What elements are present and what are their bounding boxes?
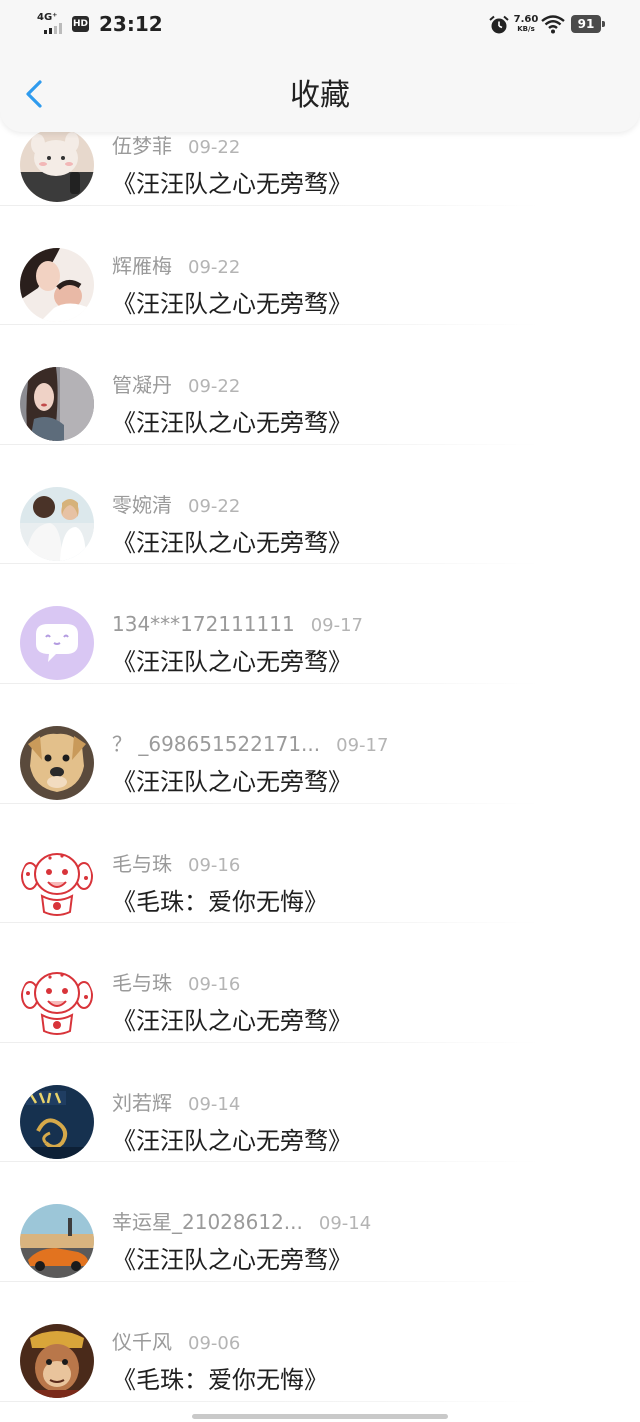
avatar [20, 965, 94, 1040]
clock: 23:12 [99, 12, 163, 36]
avatar [20, 128, 94, 202]
header: 收藏 [0, 52, 640, 132]
avatar [20, 247, 94, 322]
favorite-title: 《毛珠：爱你无悔》 [112, 887, 328, 916]
username: 刘若辉 [112, 1090, 172, 1115]
date: 09-22 [188, 137, 241, 158]
favorite-title: 《毛珠：爱你无悔》 [112, 1365, 328, 1394]
status-bar: 4G⁺ HD 23:12 7.60 KB/s 91 [0, 0, 640, 52]
favorites-list: 伍梦菲 09-22 《汪汪队之心无旁骛》 辉雁梅 09-22 《汪汪队之心无旁骛》 [0, 86, 640, 1402]
page-title: 收藏 [290, 78, 350, 113]
alarm-icon [489, 15, 509, 34]
date: 09-17 [310, 615, 364, 637]
avatar [20, 1084, 94, 1159]
date: 09-22 [188, 256, 241, 278]
signal-icon: 4G⁺ [37, 13, 67, 35]
username: 管凝丹 [112, 373, 172, 398]
network-speed: 7.60 KB/s [513, 14, 539, 33]
default-chat-icon [20, 606, 94, 681]
network-type: 4G⁺ [37, 12, 58, 23]
avatar [20, 1323, 94, 1398]
username: 仪千风 [112, 1329, 172, 1354]
list-item[interactable]: 幸运星_21028612... 09-14 《汪汪队之心无旁骛》 [0, 1162, 640, 1282]
avatar [20, 486, 94, 561]
home-indicator[interactable] [192, 1414, 448, 1419]
username: ？ _698651522171... [112, 731, 321, 756]
username: 辉雁梅 [112, 253, 172, 278]
list-item[interactable]: 管凝丹 09-22 《汪汪队之心无旁骛》 [0, 325, 640, 445]
username: 毛与珠 [112, 851, 172, 876]
username: 134***172111111 [112, 612, 295, 637]
favorite-title: 《汪汪队之心无旁骛》 [112, 1007, 352, 1036]
favorite-title: 《汪汪队之心无旁骛》 [112, 767, 352, 796]
favorite-title: 《汪汪队之心无旁骛》 [112, 1246, 352, 1275]
avatar [20, 845, 94, 920]
username: 毛与珠 [112, 971, 172, 996]
date: 09-16 [188, 974, 241, 996]
username: 零婉清 [112, 492, 172, 517]
avatar [20, 725, 94, 800]
date: 09-22 [188, 376, 241, 398]
date: 09-06 [188, 1332, 241, 1354]
list-item[interactable]: 刘若辉 09-14 《汪汪队之心无旁骛》 [0, 1043, 640, 1163]
favorite-title: 《汪汪队之心无旁骛》 [112, 1126, 352, 1155]
battery-icon: 91 [571, 15, 605, 33]
favorite-title: 《汪汪队之心无旁骛》 [112, 409, 352, 438]
date: 09-14 [188, 1093, 241, 1115]
list-item[interactable]: 134***172111111 09-17 《汪汪队之心无旁骛》 [0, 564, 640, 684]
list-item[interactable]: 零婉清 09-22 《汪汪队之心无旁骛》 [0, 445, 640, 565]
date: 09-17 [336, 734, 389, 756]
list-item[interactable]: 辉雁梅 09-22 《汪汪队之心无旁骛》 [0, 206, 640, 326]
username: 幸运星_21028612... [112, 1210, 303, 1235]
username: 伍梦菲 [112, 134, 172, 158]
wifi-icon [541, 15, 565, 34]
favorite-title: 《汪汪队之心无旁骛》 [112, 648, 352, 677]
date: 09-16 [188, 854, 241, 876]
list-item[interactable]: 仪千风 09-06 《毛珠：爱你无悔》 [0, 1282, 640, 1402]
list-item[interactable]: ？ _698651522171... 09-17 《汪汪队之心无旁骛》 [0, 684, 640, 804]
favorite-title: 《汪汪队之心无旁骛》 [112, 170, 352, 198]
avatar [20, 1204, 94, 1279]
favorite-title: 《汪汪队之心无旁骛》 [112, 289, 352, 318]
date: 09-22 [188, 495, 241, 517]
hd-badge: HD [72, 16, 89, 32]
avatar [20, 367, 94, 442]
date: 09-14 [318, 1213, 372, 1235]
favorite-title: 《汪汪队之心无旁骛》 [112, 528, 352, 557]
list-item[interactable]: 毛与珠 09-16 《毛珠：爱你无悔》 [0, 804, 640, 924]
list-item[interactable]: 毛与珠 09-16 《汪汪队之心无旁骛》 [0, 923, 640, 1043]
